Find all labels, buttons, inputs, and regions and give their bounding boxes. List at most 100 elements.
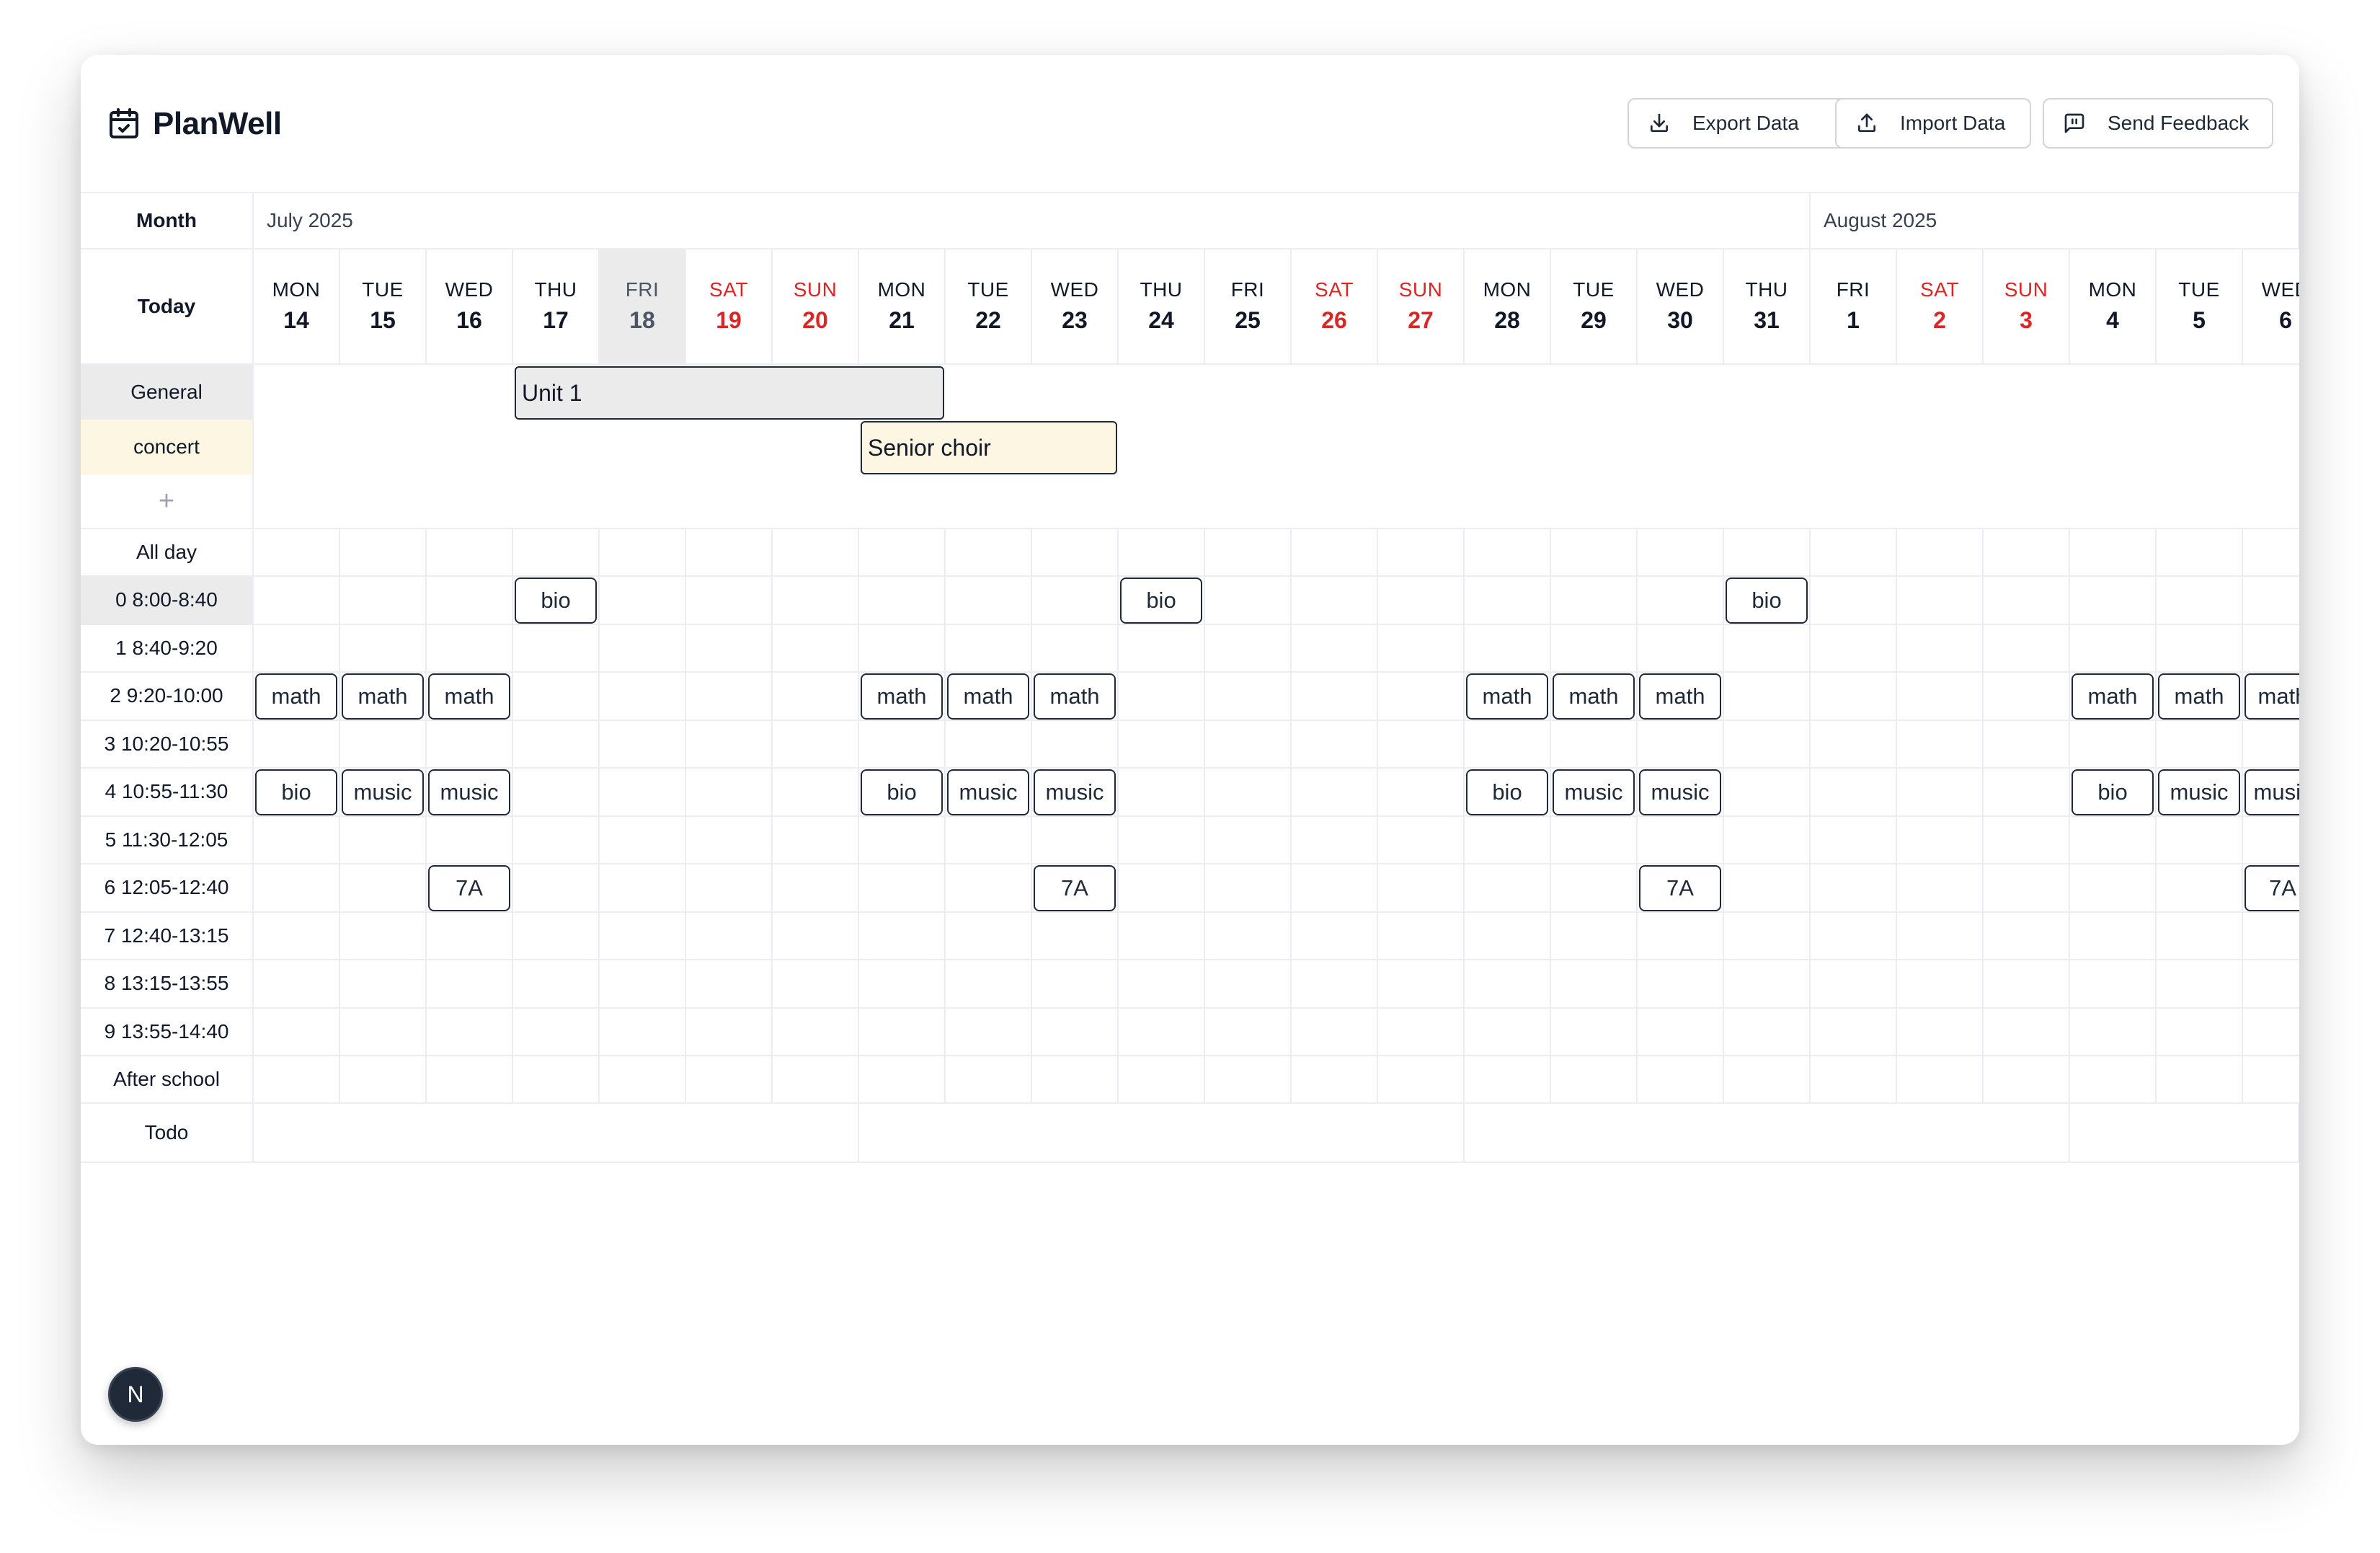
long-event-bar[interactable]: Senior choir <box>861 421 1117 474</box>
calendar-check-icon <box>110 108 138 138</box>
todo-week-cell[interactable] <box>1465 1104 2070 1162</box>
today-button[interactable]: Today <box>81 249 254 365</box>
column-divider <box>1117 529 1119 1104</box>
class-event[interactable]: music <box>2244 769 2299 815</box>
day-header[interactable]: SUN 20 <box>773 249 859 365</box>
class-event[interactable]: math <box>861 673 943 720</box>
class-event[interactable]: bio <box>2072 769 2154 815</box>
day-header[interactable]: FRI 18 <box>600 249 686 365</box>
class-event[interactable]: bio <box>1726 578 1808 624</box>
day-header[interactable]: SAT 26 <box>1292 249 1378 365</box>
todo-week-cell[interactable] <box>2070 1104 2299 1162</box>
export-data-button[interactable]: Export Data <box>1628 98 1848 149</box>
class-event[interactable]: 7A <box>2244 865 2299 911</box>
class-event[interactable]: math <box>1639 673 1721 720</box>
class-event[interactable]: music <box>2158 769 2240 815</box>
column-divider <box>771 529 773 1104</box>
class-event[interactable]: math <box>342 673 424 720</box>
class-event[interactable]: math <box>428 673 510 720</box>
day-header[interactable]: MON 4 <box>2070 249 2157 365</box>
class-event[interactable]: music <box>1553 769 1635 815</box>
day-date: 1 <box>1847 307 1860 333</box>
import-data-button[interactable]: Import Data <box>1835 98 2031 149</box>
period-label: 0 8:00-8:40 <box>81 577 254 625</box>
column-divider <box>685 529 686 1104</box>
day-header[interactable]: FRI 1 <box>1811 249 1897 365</box>
day-date: 31 <box>1754 307 1780 333</box>
day-header[interactable]: THU 24 <box>1119 249 1205 365</box>
month-header[interactable]: August 2025 <box>1811 193 2299 249</box>
dev-tools-badge[interactable]: N <box>108 1367 163 1422</box>
row-divider <box>254 1055 2299 1056</box>
class-event[interactable]: bio <box>1466 769 1548 815</box>
day-header[interactable]: TUE 5 <box>2157 249 2243 365</box>
add-category-button[interactable]: + <box>81 474 254 529</box>
class-event[interactable]: bio <box>1120 578 1202 624</box>
day-header[interactable]: TUE 15 <box>340 249 427 365</box>
day-header[interactable]: WED 30 <box>1638 249 1724 365</box>
day-header[interactable]: SAT 19 <box>686 249 773 365</box>
day-name: TUE <box>2178 278 2220 301</box>
column-divider <box>1290 529 1292 1104</box>
row-divider <box>254 575 2299 577</box>
class-event[interactable]: math <box>1034 673 1116 720</box>
app-window: PlanWell Export Data Import Data Send Fe… <box>81 55 2299 1445</box>
class-event[interactable]: 7A <box>1639 865 1721 911</box>
column-divider <box>1636 529 1638 1104</box>
day-date: 17 <box>543 307 569 333</box>
class-event[interactable]: math <box>2244 673 2299 720</box>
todo-week-cell[interactable] <box>254 1104 859 1162</box>
class-event[interactable]: music <box>1034 769 1116 815</box>
day-name: TUE <box>1573 278 1615 301</box>
column-divider <box>1550 529 1551 1104</box>
upload-icon <box>1858 113 1875 132</box>
class-event[interactable]: bio <box>861 769 943 815</box>
column-divider <box>512 529 513 1104</box>
day-name: SUN <box>1398 278 1443 301</box>
day-header[interactable]: MON 21 <box>859 249 946 365</box>
day-date: 18 <box>629 307 655 333</box>
class-event[interactable]: math <box>1553 673 1635 720</box>
class-event[interactable]: math <box>1466 673 1548 720</box>
calendar-grid: Month July 2025 August 2025 Today MON 14 TUE 15… <box>81 192 2299 1262</box>
row-divider <box>254 911 2299 913</box>
day-name: FRI <box>1230 278 1265 301</box>
class-event[interactable]: math <box>2072 673 2154 720</box>
day-header[interactable]: SAT 2 <box>1897 249 1984 365</box>
class-event[interactable]: 7A <box>428 865 510 911</box>
day-header[interactable]: MON 14 <box>254 249 340 365</box>
after-school-label: After school <box>81 1056 254 1104</box>
day-header[interactable]: WED 6 <box>2243 249 2299 365</box>
day-header[interactable]: THU 17 <box>513 249 600 365</box>
class-event[interactable]: bio <box>515 578 597 624</box>
send-feedback-button[interactable]: Send Feedback <box>2043 98 2273 149</box>
month-header[interactable]: July 2025 <box>254 193 1811 249</box>
row-divider <box>254 959 2299 960</box>
category-label-general[interactable]: General <box>81 365 254 420</box>
day-header[interactable]: TUE 22 <box>946 249 1032 365</box>
class-event[interactable]: music <box>342 769 424 815</box>
day-header[interactable]: THU 31 <box>1724 249 1811 365</box>
class-event[interactable]: music <box>1639 769 1721 815</box>
class-event[interactable]: music <box>947 769 1029 815</box>
day-date: 26 <box>1321 307 1347 333</box>
class-event[interactable]: 7A <box>1034 865 1116 911</box>
day-header[interactable]: TUE 29 <box>1551 249 1638 365</box>
class-event[interactable]: bio <box>255 769 337 815</box>
long-event-bar[interactable]: Unit 1 <box>515 366 944 420</box>
column-divider <box>2155 529 2157 1104</box>
day-header[interactable]: WED 16 <box>427 249 513 365</box>
class-event[interactable]: music <box>428 769 510 815</box>
day-date: 3 <box>2020 307 2033 333</box>
class-event[interactable]: math <box>947 673 1029 720</box>
day-header[interactable]: MON 28 <box>1465 249 1551 365</box>
todo-week-cell[interactable] <box>859 1104 1465 1162</box>
day-header[interactable]: WED 23 <box>1032 249 1119 365</box>
day-header[interactable]: SUN 27 <box>1378 249 1465 365</box>
category-label-concert[interactable]: concert <box>81 420 254 474</box>
class-event[interactable]: math <box>255 673 337 720</box>
column-divider <box>598 529 600 1104</box>
class-event[interactable]: math <box>2158 673 2240 720</box>
day-header[interactable]: FRI 25 <box>1205 249 1292 365</box>
day-header[interactable]: SUN 3 <box>1984 249 2070 365</box>
